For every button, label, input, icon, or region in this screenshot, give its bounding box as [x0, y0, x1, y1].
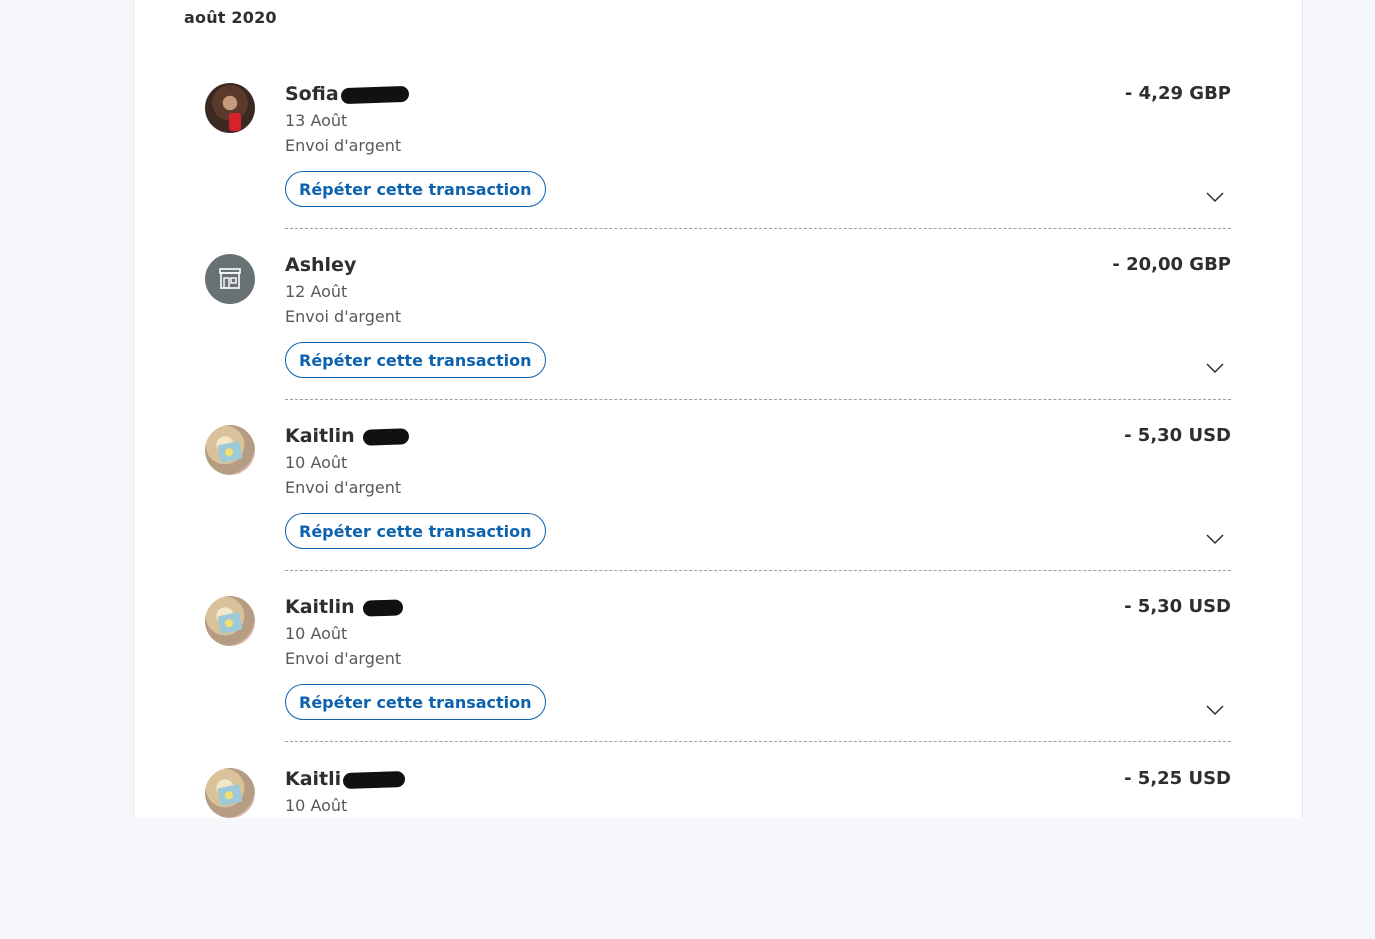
- transaction-date: 10 Août: [285, 796, 348, 815]
- transaction-amount: - 5,30 USD: [1124, 596, 1231, 617]
- row-divider: [285, 741, 1231, 742]
- transaction-amount: - 4,29 GBP: [1124, 83, 1231, 104]
- transaction-type: Envoi d'argent: [285, 136, 402, 155]
- repeat-transaction-button[interactable]: Répéter cette transaction: [285, 684, 546, 720]
- redacted-surname: [363, 598, 404, 617]
- transaction-date: 10 Août: [285, 453, 348, 472]
- transaction-type: Envoi d'argent: [285, 478, 402, 497]
- transaction-row[interactable]: Kaitlin - 5,30 USD 10 Août Envoi d'argen…: [134, 425, 1302, 596]
- redacted-surname: [340, 85, 409, 104]
- transaction-row[interactable]: Sofia - 4,29 GBP 13 Août Envoi d'argent …: [134, 83, 1302, 254]
- row-divider: [285, 228, 1231, 229]
- transaction-date: 13 Août: [285, 111, 348, 130]
- transaction-row[interactable]: Kaitli - 5,25 USD 10 Août: [134, 768, 1302, 939]
- transaction-name: Sofia: [285, 83, 409, 105]
- row-divider: [285, 570, 1231, 571]
- repeat-transaction-button[interactable]: Répéter cette transaction: [285, 342, 546, 378]
- redacted-surname: [342, 770, 406, 789]
- repeat-transaction-button[interactable]: Répéter cette transaction: [285, 513, 546, 549]
- transaction-name: Ashley: [285, 254, 357, 276]
- chevron-down-icon[interactable]: [1206, 191, 1224, 203]
- avatar: [205, 83, 255, 133]
- transaction-amount: - 20,00 GBP: [1112, 254, 1231, 275]
- transaction-name: Kaitlin: [285, 425, 410, 447]
- avatar: [205, 425, 255, 475]
- transaction-type: Envoi d'argent: [285, 649, 402, 668]
- transaction-name: Kaitlin: [285, 596, 404, 618]
- repeat-transaction-button[interactable]: Répéter cette transaction: [285, 171, 546, 207]
- transaction-row[interactable]: Ashley - 20,00 GBP 12 Août Envoi d'argen…: [134, 254, 1302, 425]
- transaction-amount: - 5,25 USD: [1124, 768, 1231, 789]
- transaction-row[interactable]: Kaitlin - 5,30 USD 10 Août Envoi d'argen…: [134, 596, 1302, 767]
- transaction-date: 10 Août: [285, 624, 348, 643]
- activity-panel: août 2020 Sofia - 4,29 GBP 13 Août Envoi…: [133, 0, 1303, 818]
- avatar: [205, 596, 255, 646]
- chevron-down-icon[interactable]: [1206, 533, 1224, 545]
- chevron-down-icon[interactable]: [1206, 362, 1224, 374]
- transaction-date: 12 Août: [285, 282, 348, 301]
- transaction-name: Kaitli: [285, 768, 406, 790]
- redacted-surname: [363, 427, 410, 446]
- row-divider: [285, 399, 1231, 400]
- store-icon: [205, 254, 255, 304]
- month-heading: août 2020: [184, 8, 277, 27]
- avatar: [205, 768, 255, 818]
- transaction-amount: - 5,30 USD: [1124, 425, 1231, 446]
- chevron-down-icon[interactable]: [1206, 704, 1224, 716]
- transaction-type: Envoi d'argent: [285, 307, 402, 326]
